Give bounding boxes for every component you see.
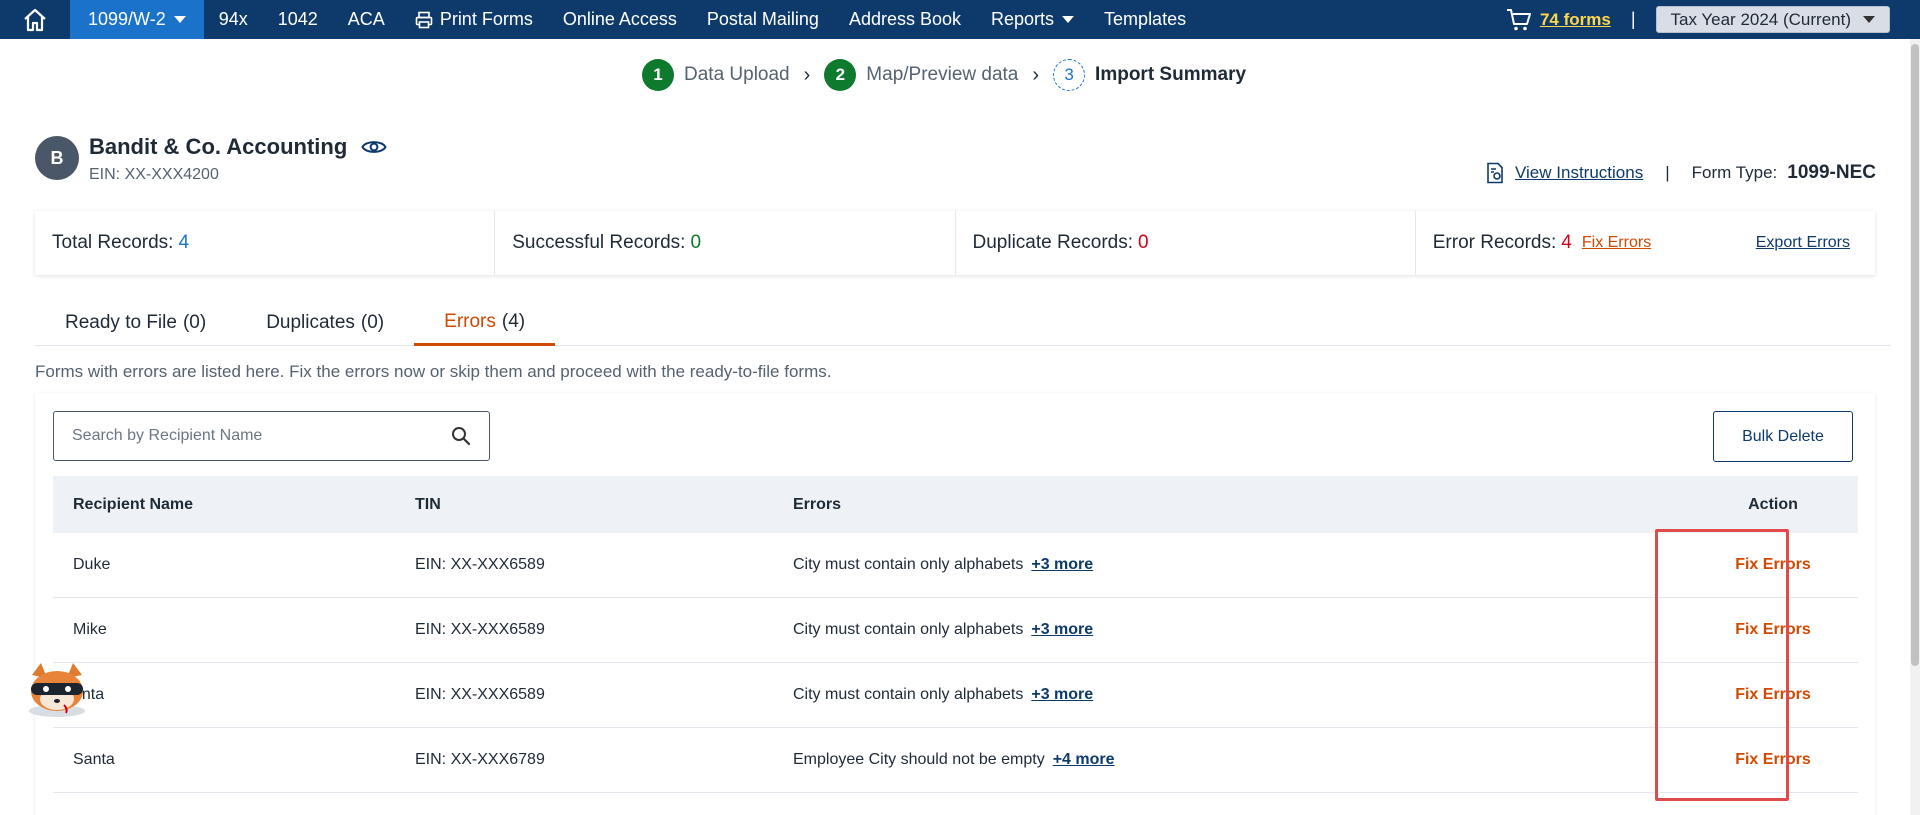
- step-map-preview: 2 Map/Preview data: [824, 59, 1018, 91]
- search-box: [53, 411, 490, 461]
- errors-info-text: Forms with errors are listed here. Fix t…: [35, 362, 832, 381]
- nav-item-address-book[interactable]: Address Book: [834, 0, 976, 39]
- recipient-name: Santa: [73, 751, 115, 768]
- nav-item-postal-mailing[interactable]: Postal Mailing: [692, 0, 834, 39]
- recipient-tin: EIN: XX-XXX6589: [415, 686, 545, 703]
- header-action: Action: [1748, 495, 1798, 513]
- nav-item-1042[interactable]: 1042: [263, 0, 333, 39]
- error-records-value: 4: [1561, 232, 1572, 253]
- table-row: Duke EIN: XX-XXX6589 City must contain o…: [53, 533, 1858, 598]
- recipient-name: Duke: [73, 556, 111, 573]
- table-header: Recipient Name TIN Errors Action: [53, 476, 1858, 533]
- nav-separator: |: [1630, 9, 1636, 29]
- duplicate-records-value: 0: [1138, 232, 1149, 253]
- tab-errors[interactable]: Errors (4): [414, 300, 556, 346]
- fix-errors-button[interactable]: Fix Errors: [1733, 751, 1813, 769]
- search-input[interactable]: [72, 427, 451, 445]
- chevron-down-icon: [173, 16, 186, 23]
- form-type-value: 1099-NEC: [1787, 162, 1876, 183]
- header-tin: TIN: [415, 495, 441, 513]
- more-errors-link[interactable]: +4 more: [1053, 751, 1115, 768]
- errors-table-panel: Bulk Delete Recipient Name TIN Errors Ac…: [35, 393, 1875, 815]
- total-records: Total Records: 4: [35, 211, 496, 275]
- chat-assistant-mascot-icon[interactable]: [24, 661, 90, 719]
- step-number: 3: [1053, 59, 1086, 91]
- step-data-upload: 1 Data Upload: [642, 59, 790, 91]
- cart-icon: [1506, 8, 1531, 30]
- instructions-icon: [1487, 162, 1503, 184]
- table-row: Mike EIN: XX-XXX6589 City must contain o…: [53, 598, 1858, 663]
- successful-records-value: 0: [690, 232, 702, 253]
- page-scrollbar-thumb[interactable]: [1911, 44, 1919, 666]
- fix-errors-button[interactable]: Fix Errors: [1733, 556, 1813, 574]
- eye-icon[interactable]: [361, 138, 387, 156]
- company-name-row: Bandit & Co. Accounting: [89, 134, 387, 160]
- nav-item-1099-w2[interactable]: 1099/W-2: [70, 0, 204, 39]
- records-summary: Total Records: 4 Successful Records: 0 Dup…: [35, 211, 1875, 275]
- tax-year-select[interactable]: Tax Year 2024 (Current): [1655, 6, 1890, 33]
- step-label: Map/Preview data: [866, 64, 1019, 85]
- search-icon[interactable]: [451, 426, 471, 446]
- header-right: View Instructions | Form Type: 1099-NEC: [1485, 162, 1876, 184]
- more-errors-link[interactable]: +3 more: [1031, 621, 1093, 638]
- chevron-right-icon: ›: [803, 63, 811, 86]
- home-icon[interactable]: [0, 0, 70, 39]
- import-stepper: 1 Data Upload › 2 Map/Preview data › 3 I…: [642, 59, 1246, 91]
- error-cell: City must contain only alphabets +3 more: [793, 621, 1094, 638]
- nav-item-94x[interactable]: 94x: [204, 0, 263, 39]
- error-cell: City must contain only alphabets +3 more: [793, 556, 1094, 573]
- chevron-down-icon: [1863, 16, 1875, 23]
- fix-errors-button[interactable]: Fix Errors: [1733, 621, 1813, 639]
- export-errors-link[interactable]: Export Errors: [1756, 234, 1850, 252]
- recipient-name: Mike: [73, 621, 107, 638]
- fix-errors-link[interactable]: Fix Errors: [1582, 234, 1651, 252]
- step-import-summary: 3 Import Summary: [1053, 59, 1246, 91]
- nav-item-aca[interactable]: ACA: [333, 0, 400, 39]
- top-nav: 1099/W-2 94x 1042 ACA Print Forms Online…: [0, 0, 1920, 39]
- tab-duplicates[interactable]: Duplicates (0): [236, 300, 414, 346]
- step-label: Import Summary: [1095, 64, 1247, 85]
- fix-errors-button[interactable]: Fix Errors: [1733, 686, 1813, 704]
- error-cell: Employee City should not be empty +4 more: [793, 751, 1115, 768]
- recipient-tin: EIN: XX-XXX6589: [415, 621, 545, 638]
- total-records-value: 4: [178, 232, 190, 253]
- nav-item-online-access[interactable]: Online Access: [548, 0, 692, 39]
- recipient-tin: EIN: XX-XXX6789: [415, 751, 545, 768]
- step-number: 1: [642, 59, 674, 91]
- header-recipient-name: Recipient Name: [73, 495, 194, 513]
- step-label: Data Upload: [684, 64, 790, 85]
- form-type-label: Form Type:: [1691, 163, 1778, 182]
- nav-item-print-forms[interactable]: Print Forms: [400, 0, 548, 39]
- more-errors-link[interactable]: +3 more: [1031, 686, 1093, 703]
- nav-item-templates[interactable]: Templates: [1089, 0, 1201, 39]
- cart-forms-link[interactable]: 74 forms: [1540, 10, 1611, 30]
- result-tabs: Ready to File (0) Duplicates (0) Errors (4): [35, 300, 1891, 346]
- header-separator: |: [1665, 163, 1670, 182]
- chevron-down-icon: [1062, 16, 1075, 23]
- bulk-delete-button[interactable]: Bulk Delete: [1713, 411, 1853, 462]
- company-header: B Bandit & Co. Accounting EIN: XX-XXX420…: [35, 134, 387, 184]
- nav-item-reports[interactable]: Reports: [976, 0, 1089, 39]
- duplicate-records: Duplicate Records: 0: [956, 211, 1416, 275]
- error-records: Error Records: 4 Fix Errors Export Errors: [1432, 232, 1850, 253]
- recipient-tin: EIN: XX-XXX6589: [415, 556, 545, 573]
- company-name: Bandit & Co. Accounting: [89, 134, 348, 159]
- table-row: unta EIN: XX-XXX6589 City must contain o…: [53, 663, 1858, 728]
- cart[interactable]: 74 forms: [1506, 8, 1611, 32]
- step-number: 2: [824, 59, 857, 91]
- view-instructions-link[interactable]: View Instructions: [1515, 163, 1643, 183]
- tab-ready-to-file[interactable]: Ready to File (0): [35, 300, 236, 346]
- nav-right: 74 forms | Tax Year 2024 (Current): [1506, 0, 1890, 39]
- successful-records: Successful Records: 0: [495, 211, 956, 275]
- printer-icon: [415, 11, 433, 28]
- chevron-right-icon: ›: [1032, 63, 1040, 86]
- avatar: B: [35, 136, 79, 180]
- header-errors: Errors: [793, 495, 842, 513]
- error-cell: City must contain only alphabets +3 more: [793, 686, 1094, 703]
- more-errors-link[interactable]: +3 more: [1031, 556, 1093, 573]
- company-ein: EIN: XX-XXX4200: [89, 166, 219, 183]
- table-row: Santa EIN: XX-XXX6789 Employee City shou…: [53, 728, 1858, 793]
